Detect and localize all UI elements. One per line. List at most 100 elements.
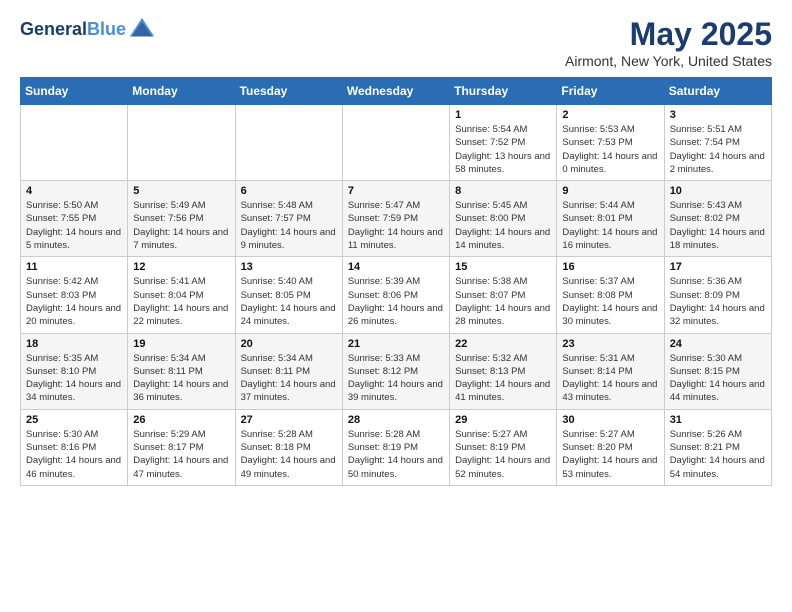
calendar-cell: 14 Sunrise: 5:39 AM Sunset: 8:06 PM Dayli…	[342, 257, 449, 333]
day-info: Sunrise: 5:54 AM Sunset: 7:52 PM Dayligh…	[455, 123, 551, 176]
day-number: 14	[348, 261, 444, 273]
day-number: 26	[133, 414, 229, 426]
month-title: May 2025	[565, 16, 772, 53]
day-info: Sunrise: 5:48 AM Sunset: 7:57 PM Dayligh…	[241, 199, 337, 252]
day-number: 8	[455, 185, 551, 197]
day-number: 7	[348, 185, 444, 197]
day-number: 9	[562, 185, 658, 197]
day-number: 15	[455, 261, 551, 273]
calendar-cell: 26Sunrise: 5:29 AM Sunset: 8:17 PM Dayli…	[128, 409, 235, 485]
day-info: Sunrise: 5:49 AM Sunset: 7:56 PM Dayligh…	[133, 199, 229, 252]
day-info: Sunrise: 5:38 AM Sunset: 8:07 PM Dayligh…	[455, 275, 551, 328]
calendar-cell: 25 Sunrise: 5:30 AM Sunset: 8:16 PM Dayli…	[21, 409, 128, 485]
day-number: 30	[562, 414, 658, 426]
day-info: Sunrise: 5:34 AM Sunset: 8:11 PM Dayligh…	[133, 352, 229, 405]
calendar-cell	[128, 105, 235, 181]
calendar-cell: 10Sunrise: 5:43 AM Sunset: 8:02 PM Dayli…	[664, 181, 771, 257]
calendar-cell: 11Sunrise: 5:42 AM Sunset: 8:03 PM Dayli…	[21, 257, 128, 333]
day-info: Sunrise: 5:36 AM Sunset: 8:09 PM Dayligh…	[670, 275, 766, 328]
calendar-cell: 29Sunrise: 5:27 AM Sunset: 8:19 PM Dayli…	[450, 409, 557, 485]
day-info: Sunrise: 5:30 AM Sunset: 8:16 PM Dayligh…	[26, 428, 122, 481]
week-row-3: 11Sunrise: 5:42 AM Sunset: 8:03 PM Dayli…	[21, 257, 772, 333]
logo-icon	[128, 16, 156, 44]
week-row-1: 1 Sunrise: 5:54 AM Sunset: 7:52 PM Daylig…	[21, 105, 772, 181]
day-number: 24	[670, 338, 766, 350]
day-number: 3	[670, 109, 766, 121]
day-number: 18	[26, 338, 122, 350]
day-info: Sunrise: 5:50 AM Sunset: 7:55 PM Dayligh…	[26, 199, 122, 252]
day-number: 22	[455, 338, 551, 350]
calendar-cell: 16 Sunrise: 5:37 AM Sunset: 8:08 PM Dayli…	[557, 257, 664, 333]
day-number: 12	[133, 261, 229, 273]
day-number: 21	[348, 338, 444, 350]
calendar-cell: 6Sunrise: 5:48 AM Sunset: 7:57 PM Daylig…	[235, 181, 342, 257]
calendar-cell: 8 Sunrise: 5:45 AM Sunset: 8:00 PM Daylig…	[450, 181, 557, 257]
day-number: 31	[670, 414, 766, 426]
logo: GeneralBlue	[20, 16, 156, 44]
week-row-2: 4 Sunrise: 5:50 AM Sunset: 7:55 PM Daylig…	[21, 181, 772, 257]
weekday-header-wednesday: Wednesday	[342, 78, 449, 105]
weekday-header-thursday: Thursday	[450, 78, 557, 105]
calendar-cell: 5 Sunrise: 5:49 AM Sunset: 7:56 PM Daylig…	[128, 181, 235, 257]
calendar-cell: 12 Sunrise: 5:41 AM Sunset: 8:04 PM Dayli…	[128, 257, 235, 333]
day-info: Sunrise: 5:26 AM Sunset: 8:21 PM Dayligh…	[670, 428, 766, 481]
day-info: Sunrise: 5:31 AM Sunset: 8:14 PM Dayligh…	[562, 352, 658, 405]
day-info: Sunrise: 5:28 AM Sunset: 8:18 PM Dayligh…	[241, 428, 337, 481]
weekday-header-row: SundayMondayTuesdayWednesdayThursdayFrid…	[21, 78, 772, 105]
day-number: 4	[26, 185, 122, 197]
day-info: Sunrise: 5:43 AM Sunset: 8:02 PM Dayligh…	[670, 199, 766, 252]
day-info: Sunrise: 5:51 AM Sunset: 7:54 PM Dayligh…	[670, 123, 766, 176]
day-number: 28	[348, 414, 444, 426]
day-info: Sunrise: 5:34 AM Sunset: 8:11 PM Dayligh…	[241, 352, 337, 405]
calendar-cell	[21, 105, 128, 181]
weekday-header-friday: Friday	[557, 78, 664, 105]
day-info: Sunrise: 5:28 AM Sunset: 8:19 PM Dayligh…	[348, 428, 444, 481]
calendar-cell: 22Sunrise: 5:32 AM Sunset: 8:13 PM Dayli…	[450, 333, 557, 409]
calendar-cell: 28 Sunrise: 5:28 AM Sunset: 8:19 PM Dayli…	[342, 409, 449, 485]
day-number: 5	[133, 185, 229, 197]
day-info: Sunrise: 5:37 AM Sunset: 8:08 PM Dayligh…	[562, 275, 658, 328]
logo-text: GeneralBlue	[20, 20, 126, 40]
calendar-cell: 24 Sunrise: 5:30 AM Sunset: 8:15 PM Dayli…	[664, 333, 771, 409]
calendar-cell: 9 Sunrise: 5:44 AM Sunset: 8:01 PM Daylig…	[557, 181, 664, 257]
weekday-header-monday: Monday	[128, 78, 235, 105]
day-number: 16	[562, 261, 658, 273]
day-info: Sunrise: 5:40 AM Sunset: 8:05 PM Dayligh…	[241, 275, 337, 328]
day-info: Sunrise: 5:27 AM Sunset: 8:19 PM Dayligh…	[455, 428, 551, 481]
day-info: Sunrise: 5:47 AM Sunset: 7:59 PM Dayligh…	[348, 199, 444, 252]
day-number: 23	[562, 338, 658, 350]
day-number: 25	[26, 414, 122, 426]
title-block: May 2025 Airmont, New York, United State…	[565, 16, 772, 69]
calendar-cell	[235, 105, 342, 181]
calendar-cell	[342, 105, 449, 181]
calendar-cell: 30 Sunrise: 5:27 AM Sunset: 8:20 PM Dayli…	[557, 409, 664, 485]
day-info: Sunrise: 5:27 AM Sunset: 8:20 PM Dayligh…	[562, 428, 658, 481]
day-number: 20	[241, 338, 337, 350]
day-info: Sunrise: 5:35 AM Sunset: 8:10 PM Dayligh…	[26, 352, 122, 405]
day-info: Sunrise: 5:39 AM Sunset: 8:06 PM Dayligh…	[348, 275, 444, 328]
calendar-cell: 17Sunrise: 5:36 AM Sunset: 8:09 PM Dayli…	[664, 257, 771, 333]
calendar-cell: 19 Sunrise: 5:34 AM Sunset: 8:11 PM Dayli…	[128, 333, 235, 409]
day-number: 19	[133, 338, 229, 350]
day-info: Sunrise: 5:30 AM Sunset: 8:15 PM Dayligh…	[670, 352, 766, 405]
day-number: 27	[241, 414, 337, 426]
weekday-header-saturday: Saturday	[664, 78, 771, 105]
week-row-5: 25 Sunrise: 5:30 AM Sunset: 8:16 PM Dayli…	[21, 409, 772, 485]
calendar-cell: 20 Sunrise: 5:34 AM Sunset: 8:11 PM Dayli…	[235, 333, 342, 409]
calendar-cell: 2Sunrise: 5:53 AM Sunset: 7:53 PM Daylig…	[557, 105, 664, 181]
calendar-cell: 23 Sunrise: 5:31 AM Sunset: 8:14 PM Dayli…	[557, 333, 664, 409]
calendar-cell: 18 Sunrise: 5:35 AM Sunset: 8:10 PM Dayli…	[21, 333, 128, 409]
day-info: Sunrise: 5:45 AM Sunset: 8:00 PM Dayligh…	[455, 199, 551, 252]
calendar-cell: 15 Sunrise: 5:38 AM Sunset: 8:07 PM Dayli…	[450, 257, 557, 333]
calendar-cell: 13 Sunrise: 5:40 AM Sunset: 8:05 PM Dayli…	[235, 257, 342, 333]
calendar-cell: 3 Sunrise: 5:51 AM Sunset: 7:54 PM Daylig…	[664, 105, 771, 181]
location-title: Airmont, New York, United States	[565, 53, 772, 69]
day-info: Sunrise: 5:41 AM Sunset: 8:04 PM Dayligh…	[133, 275, 229, 328]
calendar-table: SundayMondayTuesdayWednesdayThursdayFrid…	[20, 77, 772, 486]
day-number: 13	[241, 261, 337, 273]
day-info: Sunrise: 5:44 AM Sunset: 8:01 PM Dayligh…	[562, 199, 658, 252]
day-number: 11	[26, 261, 122, 273]
calendar-cell: 4 Sunrise: 5:50 AM Sunset: 7:55 PM Daylig…	[21, 181, 128, 257]
calendar-cell: 1 Sunrise: 5:54 AM Sunset: 7:52 PM Daylig…	[450, 105, 557, 181]
day-number: 1	[455, 109, 551, 121]
